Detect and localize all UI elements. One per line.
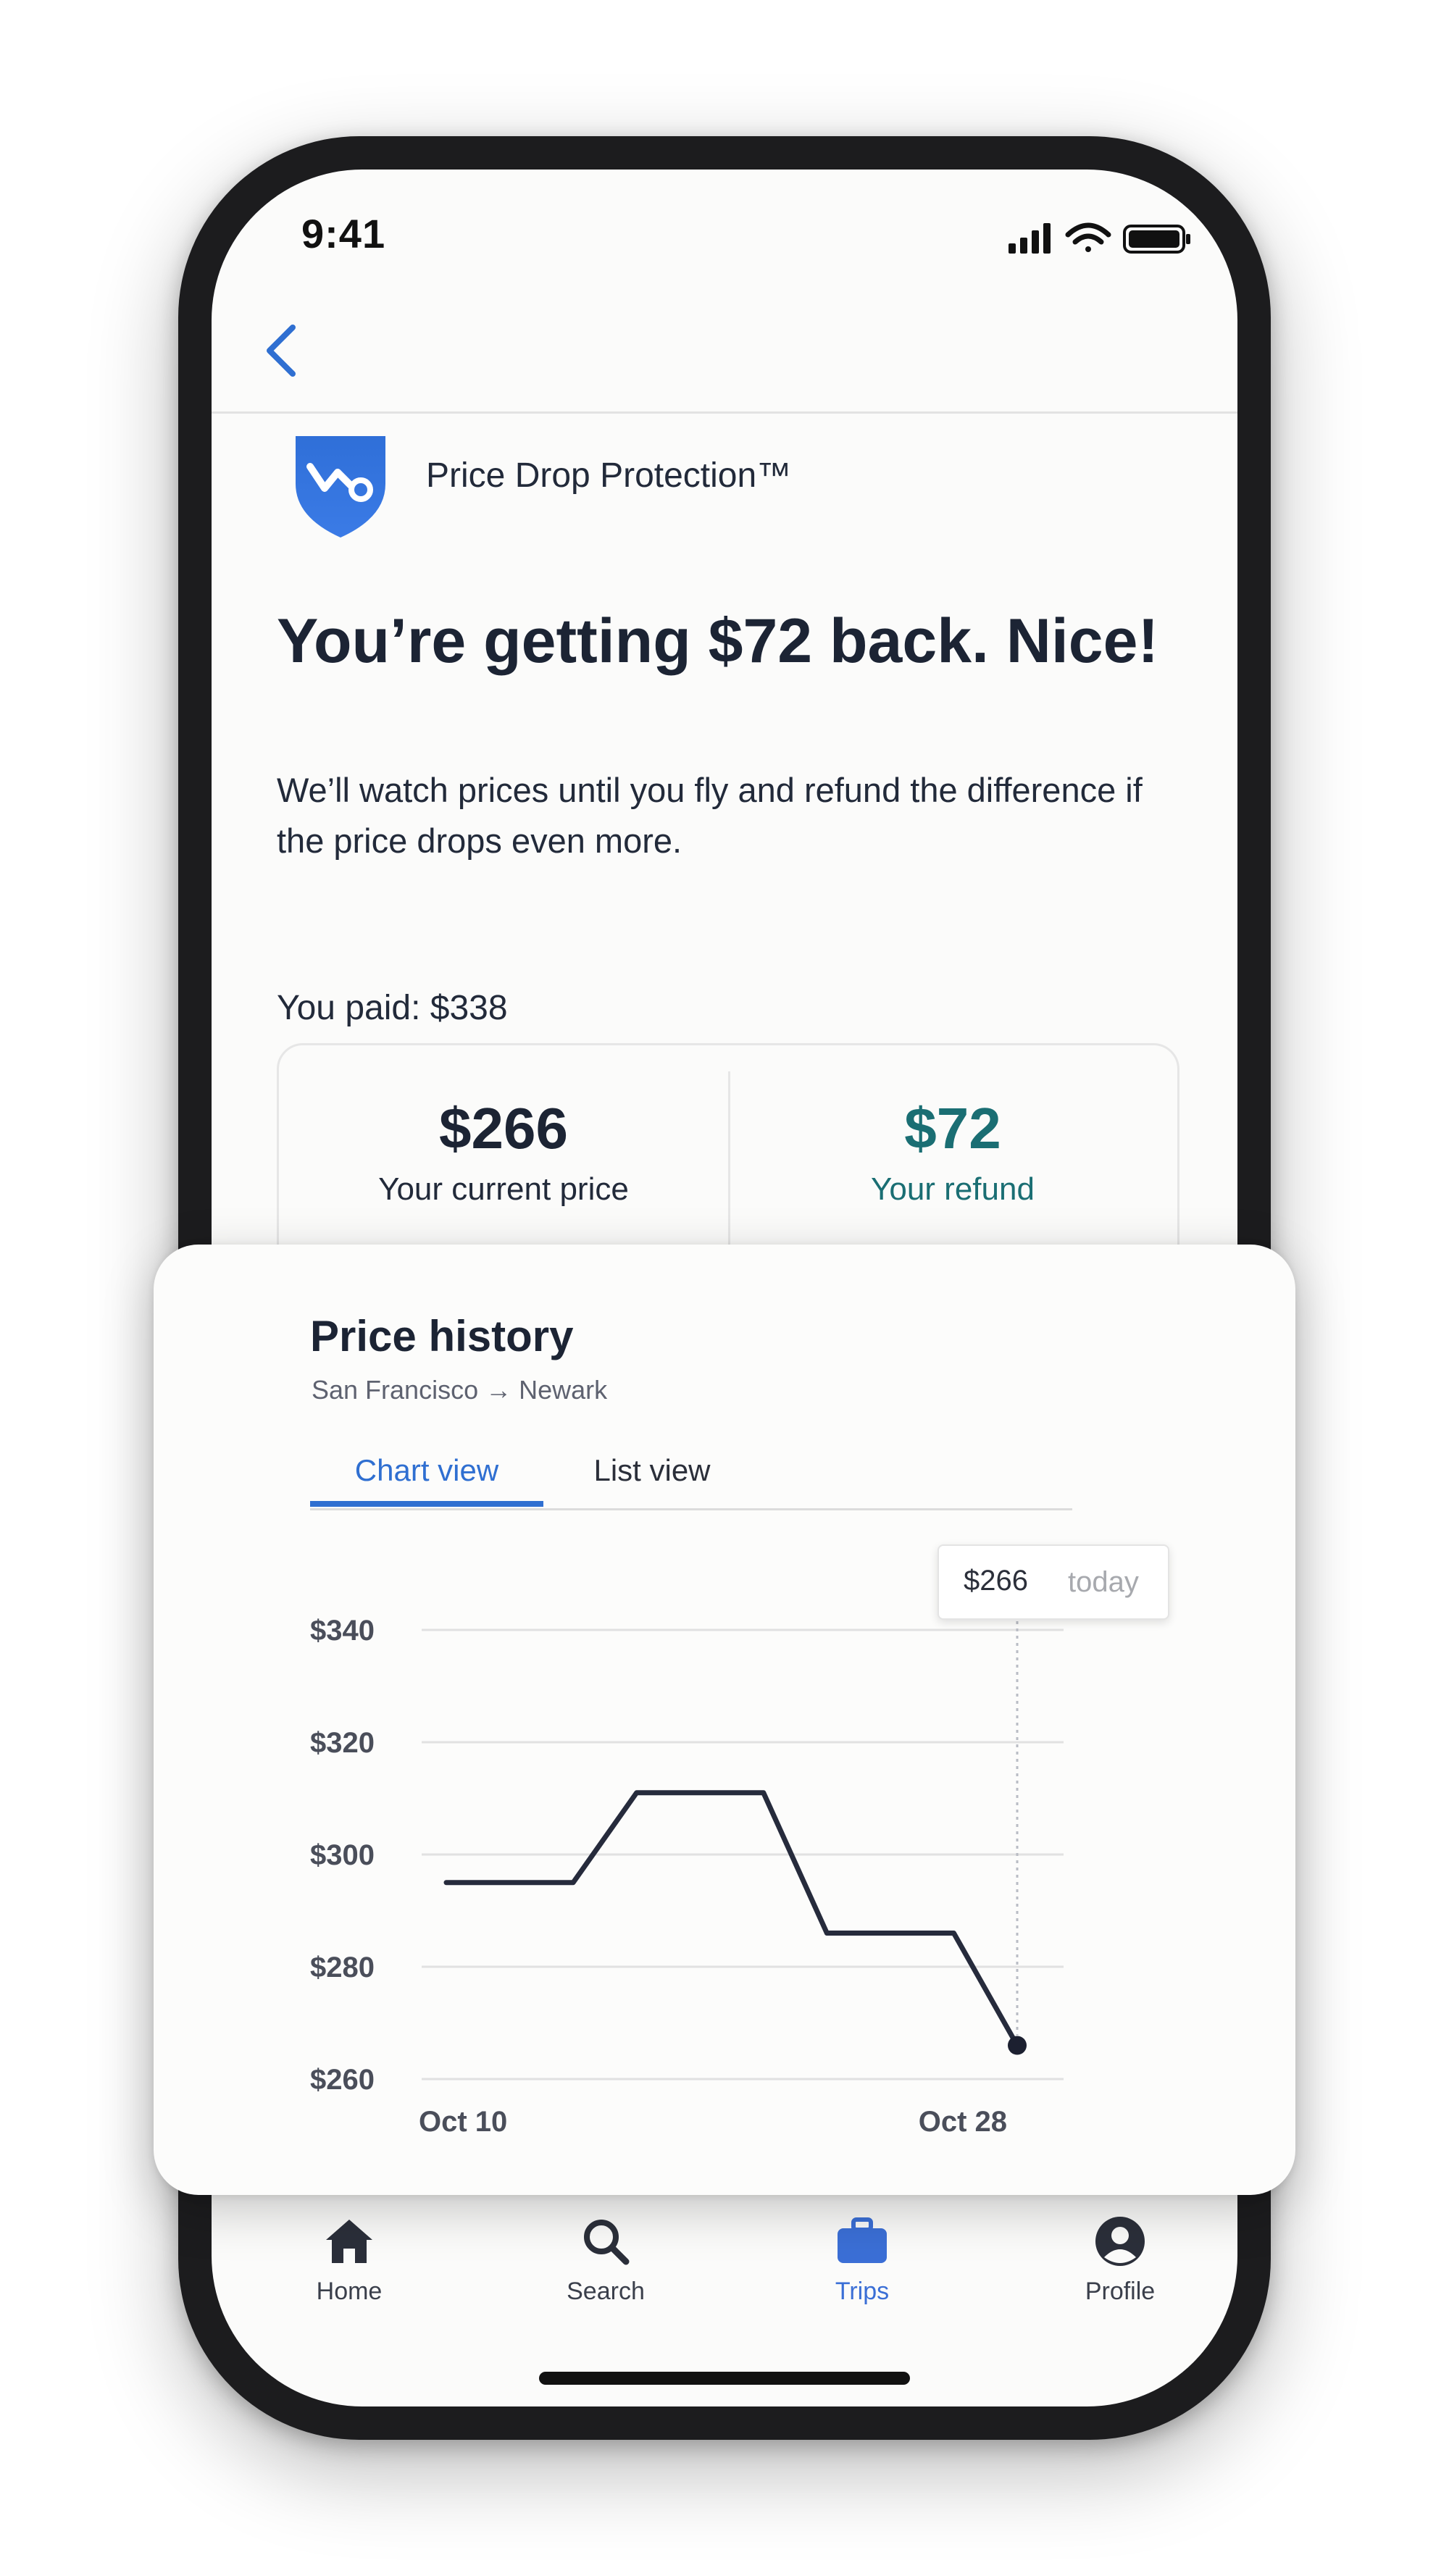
- tooltip-date: today: [1068, 1566, 1139, 1598]
- profile-icon: [1095, 2217, 1145, 2266]
- search-icon: [584, 2220, 630, 2265]
- stage: 9:41 Price Drop Protection™ You’re getti…: [0, 0, 1449, 2576]
- current-price-section: $266 Your current price: [279, 1096, 728, 1208]
- page-title: You’re getting $72 back. Nice!: [277, 606, 1159, 676]
- tab-home[interactable]: Home: [255, 2212, 443, 2335]
- shield-icon: [296, 436, 385, 538]
- refund-section: $72 Your refund: [728, 1096, 1177, 1208]
- price-history-chart: $340 $320 $300 $280 $260 Oct 10 Oct 28: [310, 1607, 1064, 2138]
- battery-icon: [1123, 225, 1190, 254]
- x-tick-label: Oct 10: [419, 2106, 507, 2138]
- tab-search[interactable]: Search: [511, 2212, 700, 2335]
- tab-home-label: Home: [316, 2278, 383, 2305]
- tooltip-price: $266: [964, 1565, 1028, 1597]
- refund-amount: $72: [904, 1096, 1001, 1161]
- y-tick-label: $320: [310, 1727, 375, 1759]
- description-text: We’ll watch prices until you fly and ref…: [277, 771, 1143, 860]
- briefcase-icon: [838, 2217, 887, 2263]
- tab-trips-label: Trips: [835, 2278, 890, 2305]
- wifi-icon: [1065, 222, 1111, 252]
- current-price-amount: $266: [439, 1096, 568, 1161]
- signal-icon: [1009, 223, 1051, 254]
- tab-profile[interactable]: Profile: [1026, 2212, 1214, 2335]
- current-price-label: Your current price: [378, 1171, 629, 1207]
- price-line-series: [443, 1790, 1020, 2048]
- y-tick-label: $280: [310, 1952, 375, 1983]
- product-name: Price Drop Protection™: [426, 456, 792, 495]
- header-divider: [212, 411, 1237, 414]
- tab-trips[interactable]: Trips: [768, 2212, 956, 2335]
- tab-search-label: Search: [567, 2278, 645, 2305]
- current-price-point: [1008, 2036, 1027, 2055]
- bottom-tab-bar: Home Search Trips Profile: [212, 2212, 1237, 2343]
- paid-amount: You paid: $338: [277, 989, 508, 1027]
- y-tick-label: $300: [310, 1839, 375, 1871]
- price-history-card: Price history San Francisco → Newark Cha…: [154, 1245, 1295, 2195]
- tab-profile-label: Profile: [1085, 2278, 1156, 2305]
- price-tooltip: $266 today: [938, 1544, 1169, 1620]
- home-indicator: [539, 2372, 910, 2385]
- back-button[interactable]: [248, 314, 320, 387]
- status-icons: [1009, 222, 1190, 254]
- y-tick-label: $260: [310, 2064, 375, 2096]
- refund-label: Your refund: [871, 1171, 1035, 1207]
- y-tick-label: $340: [310, 1615, 375, 1647]
- home-icon: [326, 2220, 372, 2263]
- status-time: 9:41: [301, 211, 386, 256]
- chevron-left-icon: [267, 325, 296, 377]
- x-tick-label: Oct 28: [919, 2106, 1007, 2138]
